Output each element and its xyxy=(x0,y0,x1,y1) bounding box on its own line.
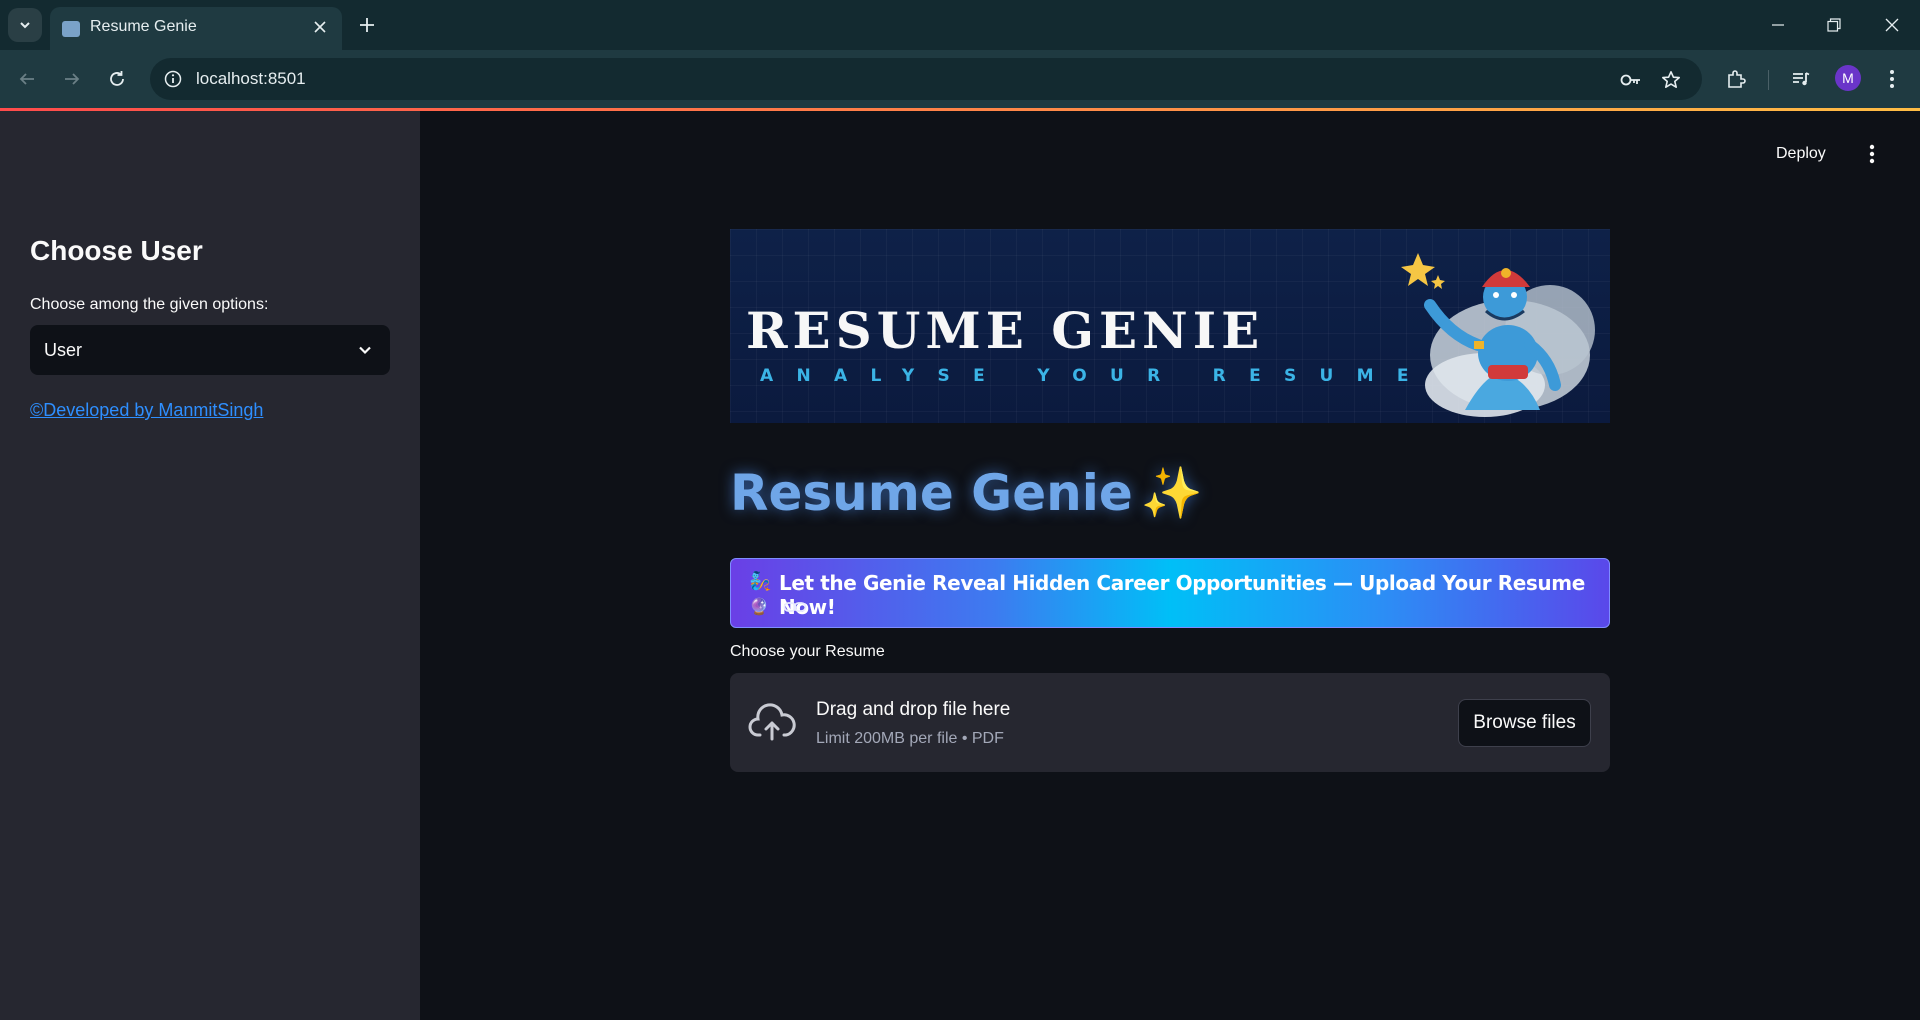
tab-title: Resume Genie xyxy=(90,18,197,35)
restore-icon xyxy=(1827,18,1841,32)
bookmark-star-icon[interactable] xyxy=(1658,67,1684,93)
user-select-value: User xyxy=(44,340,83,360)
address-bar[interactable]: localhost:8501 xyxy=(150,58,1702,100)
reload-button[interactable] xyxy=(100,62,134,96)
uploader-label: Choose your Resume xyxy=(730,643,885,660)
minimize-icon xyxy=(1772,24,1784,26)
file-dropzone[interactable]: Drag and drop file here Limit 200MB per … xyxy=(730,673,1610,772)
toolbar-divider xyxy=(1768,70,1769,90)
arrow-right-icon xyxy=(65,73,80,85)
genie-illustration xyxy=(1401,253,1595,417)
page-title: Resume Genie ✨ xyxy=(730,464,1203,523)
close-icon xyxy=(1885,18,1899,32)
dropzone-instructions: Drag and drop file here xyxy=(816,699,1011,720)
deploy-button[interactable]: Deploy xyxy=(1770,141,1832,167)
restore-button[interactable] xyxy=(1814,8,1854,42)
crystal-ball-emoji-icon: 🔮 xyxy=(749,599,769,616)
site-info-icon[interactable] xyxy=(160,66,186,92)
select-label: Choose among the given options: xyxy=(30,296,269,313)
sparkles-icon: ✨ xyxy=(1140,464,1204,522)
browse-files-button[interactable]: Browse files xyxy=(1458,699,1591,747)
password-key-icon[interactable] xyxy=(1618,67,1644,93)
browser-tab[interactable]: Resume Genie xyxy=(50,7,342,50)
cta-banner: 🧞 Let the Genie Reveal Hidden Career Opp… xyxy=(730,558,1610,628)
minimize-button[interactable] xyxy=(1758,8,1798,42)
browser-toolbar: localhost:8501 xyxy=(0,50,1920,108)
back-button[interactable] xyxy=(10,62,44,96)
plus-icon xyxy=(360,18,374,32)
favicon-icon xyxy=(62,21,80,37)
sidebar-title: Choose User xyxy=(30,235,203,266)
media-controls-icon[interactable] xyxy=(1784,62,1818,96)
new-tab-button[interactable] xyxy=(352,10,382,40)
profile-avatar[interactable]: M xyxy=(1835,65,1861,91)
close-window-button[interactable] xyxy=(1872,8,1912,42)
chevron-down-icon xyxy=(359,346,371,355)
browser-tab-bar: Resume Genie xyxy=(0,0,1920,50)
kebab-menu-icon xyxy=(1890,70,1894,88)
cta-text: Let the Genie Reveal Hidden Career Oppor… xyxy=(779,571,1585,619)
kebab-menu-icon xyxy=(1869,144,1875,164)
banner-subtitle: ANALYSE YOUR RESUME xyxy=(760,366,1432,386)
banner-image: RESUME GENIE ANALYSE YOUR RESUME xyxy=(730,229,1610,423)
tab-search-button[interactable] xyxy=(8,8,42,42)
url-text: localhost:8501 xyxy=(196,69,306,88)
sidebar: Choose User Choose among the given optio… xyxy=(0,111,420,1020)
app-menu-button[interactable] xyxy=(1862,141,1882,167)
arrow-left-icon xyxy=(19,73,34,85)
reload-icon xyxy=(110,71,124,86)
genie-emoji-icon: 🧞 xyxy=(749,571,772,591)
developer-credit-link[interactable]: ©Developed by ManmitSingh xyxy=(30,400,263,421)
user-select[interactable]: User xyxy=(30,325,390,375)
banner-title: RESUME GENIE xyxy=(746,301,1265,360)
forward-button[interactable] xyxy=(55,62,89,96)
dropzone-limit-text: Limit 200MB per file • PDF xyxy=(816,730,1004,747)
anchor-link-icon[interactable] xyxy=(783,598,807,616)
browser-menu-button[interactable] xyxy=(1875,62,1909,96)
close-tab-button[interactable] xyxy=(308,15,332,39)
cloud-upload-icon xyxy=(748,703,796,741)
close-icon xyxy=(314,21,326,33)
extensions-icon[interactable] xyxy=(1719,62,1753,96)
page-title-text: Resume Genie xyxy=(730,464,1133,522)
chevron-down-icon xyxy=(20,22,30,29)
